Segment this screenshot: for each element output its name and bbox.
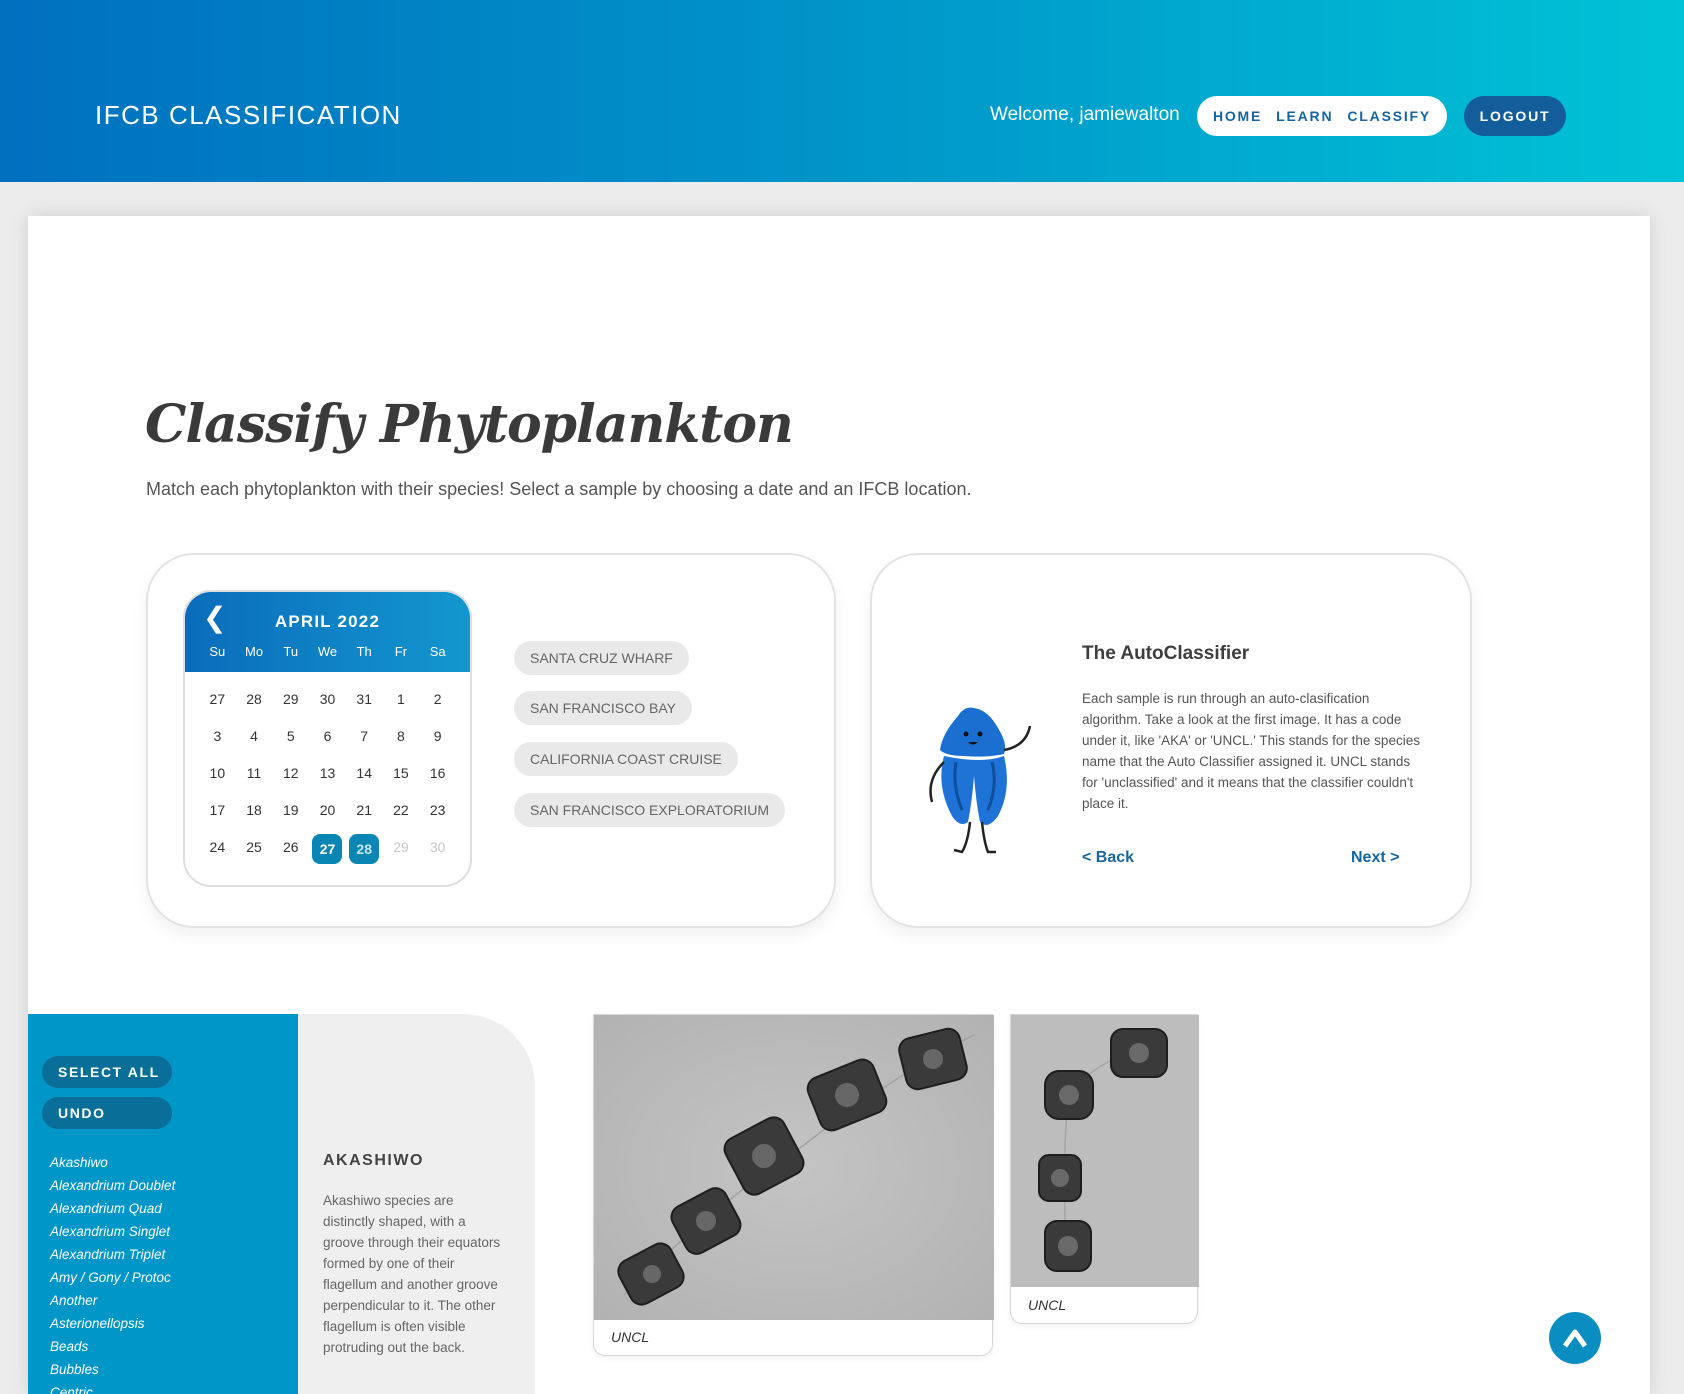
plankton-mascot-icon: [929, 707, 1032, 854]
calendar-days: 27 28 29 30 31 1 2 3 4 5 6 7 8 9 10 11 12 13 14 15 16 17 18 19 2…: [185, 672, 470, 864]
calendar-day[interactable]: 23: [423, 797, 453, 823]
welcome-text: Welcome, jamiewalton: [990, 104, 1180, 125]
weekday: Tu: [283, 644, 299, 659]
logout-button[interactable]: LOGOUT: [1464, 96, 1566, 136]
calendar-day[interactable]: 10: [202, 760, 232, 786]
species-item[interactable]: Alexandrium Doublet: [50, 1174, 175, 1197]
species-item[interactable]: Akashiwo: [50, 1151, 175, 1174]
species-list: Akashiwo Alexandrium Doublet Alexandrium…: [50, 1151, 175, 1394]
scroll-to-top-button[interactable]: [1549, 1312, 1601, 1364]
species-item[interactable]: Centric: [50, 1381, 175, 1394]
image-caption: UNCL: [611, 1329, 650, 1345]
calendar-day: 30: [429, 839, 446, 855]
species-title: AKASHIWO: [323, 1152, 424, 1169]
location-sf-exploratorium[interactable]: SAN FRANCISCO EXPLORATORIUM: [514, 793, 786, 827]
calendar-day[interactable]: 13: [312, 760, 342, 786]
calendar-day[interactable]: 12: [276, 760, 306, 786]
app-header: IFCB CLASSIFICATION Welcome, jamiewalton…: [0, 0, 1684, 182]
species-item[interactable]: Alexandrium Quad: [50, 1197, 175, 1220]
calendar-day[interactable]: 27: [202, 686, 232, 712]
calendar-day[interactable]: 31: [349, 686, 379, 712]
calendar-day[interactable]: 2: [423, 686, 453, 712]
calendar-day[interactable]: 29: [276, 686, 306, 712]
weekday: Th: [356, 644, 372, 659]
page-subtitle: Match each phytoplankton with their spec…: [146, 479, 972, 499]
autoclassifier-text: Each sample is run through an auto-clasi…: [1082, 691, 1420, 811]
plankton-image: [1011, 1015, 1199, 1287]
autoclassifier-title: The AutoClassifier: [1082, 643, 1250, 664]
sample-image-card[interactable]: UNCL: [1010, 1014, 1199, 1324]
weekday: Fr: [394, 644, 408, 659]
species-item[interactable]: Alexandrium Triplet: [50, 1243, 175, 1266]
calendar-day[interactable]: 26: [276, 834, 306, 860]
calendar-day[interactable]: 8: [386, 723, 416, 749]
calendar-day[interactable]: 19: [276, 797, 306, 823]
calendar-day[interactable]: 18: [239, 797, 269, 823]
calendar-day[interactable]: 1: [386, 686, 416, 712]
undo-button[interactable]: UNDO: [42, 1097, 172, 1129]
calendar-day[interactable]: 5: [276, 723, 306, 749]
species-item[interactable]: Amy / Gony / Protoc: [50, 1266, 175, 1289]
select-all-button[interactable]: SELECT ALL: [42, 1056, 172, 1088]
nav-home[interactable]: HOME: [1213, 108, 1262, 124]
main-nav: HOME LEARN CLASSIFY: [1197, 96, 1447, 136]
location-santa-cruz-wharf[interactable]: SANTA CRUZ WHARF: [514, 641, 689, 675]
weekday: Su: [209, 644, 226, 659]
weekday: We: [317, 644, 338, 659]
species-item[interactable]: Beads: [50, 1335, 175, 1358]
calendar-day[interactable]: 28: [239, 686, 269, 712]
calendar-header: ❮ APRIL 2022 Su Mo Tu We Th Fr Sa: [185, 592, 470, 672]
nav-learn[interactable]: LEARN: [1276, 108, 1333, 124]
species-item[interactable]: Another: [50, 1289, 175, 1312]
calendar-day: 29: [393, 839, 409, 855]
calendar-day[interactable]: 7: [349, 723, 379, 749]
calendar-day[interactable]: 16: [423, 760, 453, 786]
species-item[interactable]: Bubbles: [50, 1358, 175, 1381]
location-san-francisco-bay[interactable]: SAN FRANCISCO BAY: [514, 691, 692, 725]
calendar-day[interactable]: 20: [312, 797, 342, 823]
calendar-day[interactable]: 22: [386, 797, 416, 823]
calendar-day[interactable]: 4: [239, 723, 269, 749]
calendar-day[interactable]: 24: [202, 834, 232, 860]
location-california-coast-cruise[interactable]: CALIFORNIA COAST CRUISE: [514, 742, 738, 776]
image-caption: UNCL: [1028, 1297, 1067, 1313]
calendar-day[interactable]: 11: [239, 760, 269, 786]
species-description: Akashiwo species are distinctly shaped, …: [323, 1193, 501, 1355]
species-item[interactable]: Asterionellopsis: [50, 1312, 175, 1335]
calendar-day[interactable]: 3: [202, 723, 232, 749]
weekday: Mo: [245, 644, 264, 659]
calendar-day[interactable]: 25: [239, 834, 269, 860]
calendar-day[interactable]: 9: [423, 723, 453, 749]
chevron-up-icon: [1562, 1329, 1588, 1348]
weekday: Sa: [429, 644, 446, 659]
calendar-month: APRIL 2022: [274, 612, 381, 631]
sample-image-card[interactable]: UNCL: [593, 1014, 994, 1356]
nav-classify[interactable]: CLASSIFY: [1347, 108, 1431, 124]
species-item[interactable]: Alexandrium Singlet: [50, 1220, 175, 1243]
back-link[interactable]: < Back: [1082, 849, 1134, 867]
page-title: Classify Phytoplankton: [145, 394, 794, 455]
calendar-weekdays: Su Mo Tu We Th Fr Sa: [199, 644, 456, 659]
calendar-day[interactable]: 30: [312, 686, 342, 712]
plankton-image: [594, 1015, 994, 1320]
calendar-day[interactable]: 15: [386, 760, 416, 786]
date-calendar: ❮ APRIL 2022 Su Mo Tu We Th Fr Sa 27 28 29…: [183, 590, 472, 887]
calendar-day[interactable]: 27: [312, 834, 343, 864]
brand-title[interactable]: IFCB CLASSIFICATION: [95, 100, 402, 131]
calendar-day[interactable]: 6: [312, 723, 342, 749]
calendar-day[interactable]: 28: [349, 834, 380, 864]
calendar-day[interactable]: 17: [202, 797, 232, 823]
calendar-day[interactable]: 21: [349, 797, 379, 823]
next-link[interactable]: Next >: [1351, 849, 1399, 867]
calendar-day[interactable]: 14: [349, 760, 379, 786]
